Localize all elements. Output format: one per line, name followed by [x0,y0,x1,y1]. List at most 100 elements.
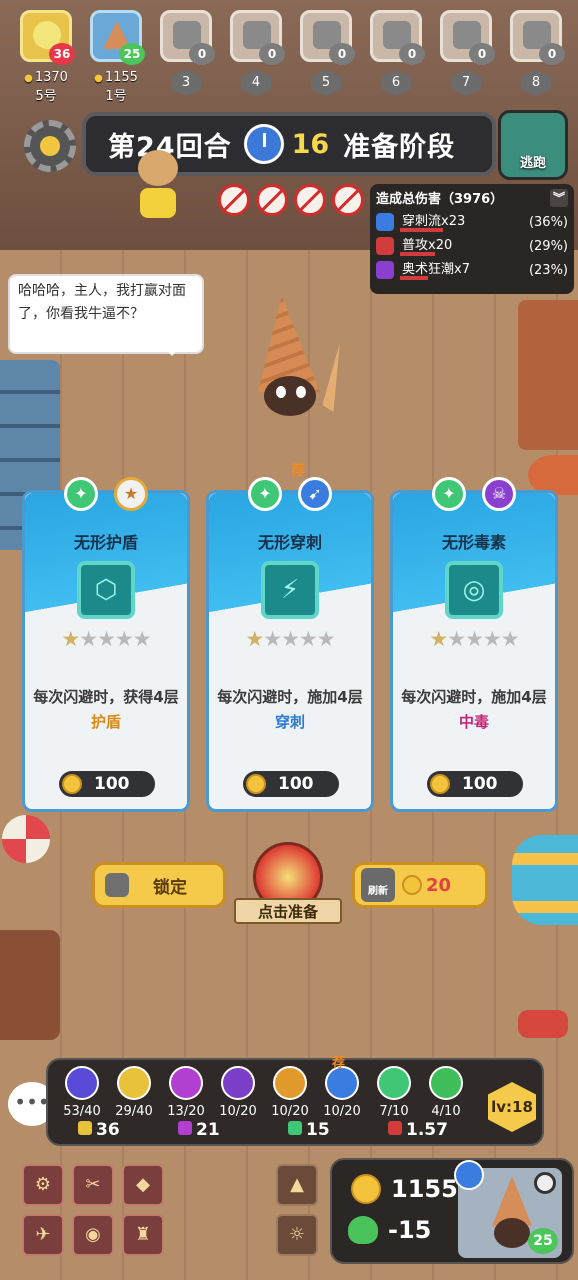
damage-row: 穿刺流x23 (36%) [376,211,568,233]
trait-slot[interactable]: 13/20 [164,1066,208,1119]
stat-row: 36 21 15 1.57 [48,1120,488,1142]
damage-bar [400,276,428,280]
card-price[interactable]: 100 [243,771,339,797]
collapse-chevron-icon[interactable]: ︾ [550,188,568,207]
coin-icon [246,774,266,794]
star-rating: ★★★★★ [429,627,519,651]
player-rank: 8 [521,70,551,96]
card-description: 每次闪避时，获得4层护盾 [33,688,179,731]
trait-slot[interactable]: 10/20 [216,1066,260,1119]
player-slot-1[interactable]: 25 1155 1号 [88,10,145,104]
player-name: 1号 [105,89,127,104]
player-slot-8[interactable]: 0 8 [508,10,565,100]
damage-percent: (29%) [528,238,568,254]
hp-display: -15 [348,1216,431,1244]
player-avatar: 25 [90,10,145,65]
attack-icon [376,237,394,255]
equipment-slot[interactable]: ◉ [72,1214,114,1256]
trait-slot[interactable]: 荐 10/20 [320,1056,364,1119]
trait-slot[interactable]: 4/10 [424,1066,468,1119]
shield-icon: ★ [114,477,148,511]
damage-percent: (36%) [528,214,568,230]
player-slot-5[interactable]: 36 1370 5号 [18,10,75,104]
equipment-slot[interactable]: ◆ [122,1164,164,1206]
player-name: 5号 [35,89,57,104]
card-title: 无形护盾 [73,533,138,552]
escape-label: 逃跑 [519,156,546,171]
hero-character[interactable] [238,296,348,428]
portrait-hp: 25 [528,1228,558,1254]
player-slot-5b[interactable]: 0 5 [298,10,355,100]
trait-count: 4/10 [431,1104,461,1119]
refresh-cost: 20 [426,874,452,896]
bench-slot[interactable]: ▲ [276,1164,318,1206]
bench-slot[interactable]: ☼ [276,1214,318,1256]
gold-display: 1155 [348,1174,458,1204]
pierce-icon [454,1160,484,1190]
prepare-label: 点击准备 [234,898,342,924]
player-slot-7[interactable]: 0 7 [438,10,495,100]
player-avatar: 0 [440,10,495,65]
stopwatch-icon [243,124,284,164]
player-hp: 0 [399,43,425,65]
player-hp: 0 [539,43,565,65]
magnifier-icon[interactable] [534,1172,556,1194]
trait-slot[interactable]: 10/20 [268,1066,312,1119]
banned-icon [332,184,364,216]
player-hp: 0 [189,43,215,65]
broken-heart-icon [348,1216,378,1244]
settings-gear-icon[interactable] [24,120,76,172]
player-slot-4[interactable]: 0 4 [228,10,285,100]
skill-card-pierce[interactable]: ✦ ➹ 荐 无形穿刺 ⚡ ★★★★★ 每次闪避时，施加4层穿刺 100 [206,463,374,812]
lock-button[interactable]: 锁定 [92,862,226,908]
card-price[interactable]: 100 [427,771,523,797]
trait-icon [169,1066,203,1100]
magic-stat: 21 [178,1120,220,1140]
equipment-slot[interactable]: ✈ [22,1214,64,1256]
damage-bar [400,228,444,232]
player-money: 1370 [18,70,74,85]
trait-bar: 53/40 29/40 13/20 10/20 10/20 荐 10/20 7/1… [46,1056,544,1146]
equipment-slot[interactable]: ⚙ [22,1164,64,1206]
player-rank: 6 [381,70,411,96]
equipment-slot[interactable]: ♜ [122,1214,164,1256]
star-rating: ★★★★★ [245,627,335,651]
skill-card-poison[interactable]: ✦ ☠ 无形毒素 ◎ ★★★★★ 每次闪避时，施加4层中毒 100 [390,477,558,812]
player-hp: 36 [49,43,75,65]
player-slot-3[interactable]: 0 3 [158,10,215,100]
trait-slot[interactable]: 7/10 [372,1066,416,1119]
countdown-value: 16 [291,128,330,160]
recommended-badge: 荐 [291,463,305,479]
arcane-icon [376,261,394,279]
poison-icon: ☠ [482,477,516,511]
player-rank: 5 [311,70,341,96]
refresh-button[interactable]: 刷新 20 [352,862,488,908]
bear-shopkeeper [134,150,182,220]
attack-stat: 36 [78,1120,120,1140]
hp-change: -15 [388,1216,432,1244]
trait-count: 7/10 [379,1104,409,1119]
player-hp: 0 [329,43,355,65]
equipment-slot[interactable]: ✂ [72,1164,114,1206]
card-description: 每次闪避时，施加4层中毒 [401,688,547,731]
hero-portrait[interactable]: 25 [454,1160,562,1258]
card-price[interactable]: 100 [59,771,155,797]
player-slot-6[interactable]: 0 6 [368,10,425,100]
card-description: 每次闪避时，施加4层穿刺 [217,688,363,731]
pierce-icon [325,1066,359,1100]
banned-items [218,184,364,216]
trait-slot[interactable]: 53/40 [60,1066,104,1119]
evade-icon [377,1066,411,1100]
recommended-badge: 荐 [332,1056,346,1071]
card-art-icon: ⚡ [261,561,319,619]
trait-slot[interactable]: 29/40 [112,1066,156,1119]
skill-card-shield[interactable]: ✦ ★ 无形护盾 ⬡ ★★★★★ 每次闪避时，获得4层护盾 100 [22,477,190,812]
trait-icon [65,1066,99,1100]
banned-icon [294,184,326,216]
escape-button[interactable]: 逃跑 [498,110,568,180]
player-avatar: 0 [160,10,215,65]
damage-percent: (23%) [528,262,568,278]
level-badge[interactable]: lv:18 [488,1082,536,1132]
damage-source: 穿刺流x23 [402,214,466,229]
prepare-button[interactable]: 点击准备 [234,842,342,928]
